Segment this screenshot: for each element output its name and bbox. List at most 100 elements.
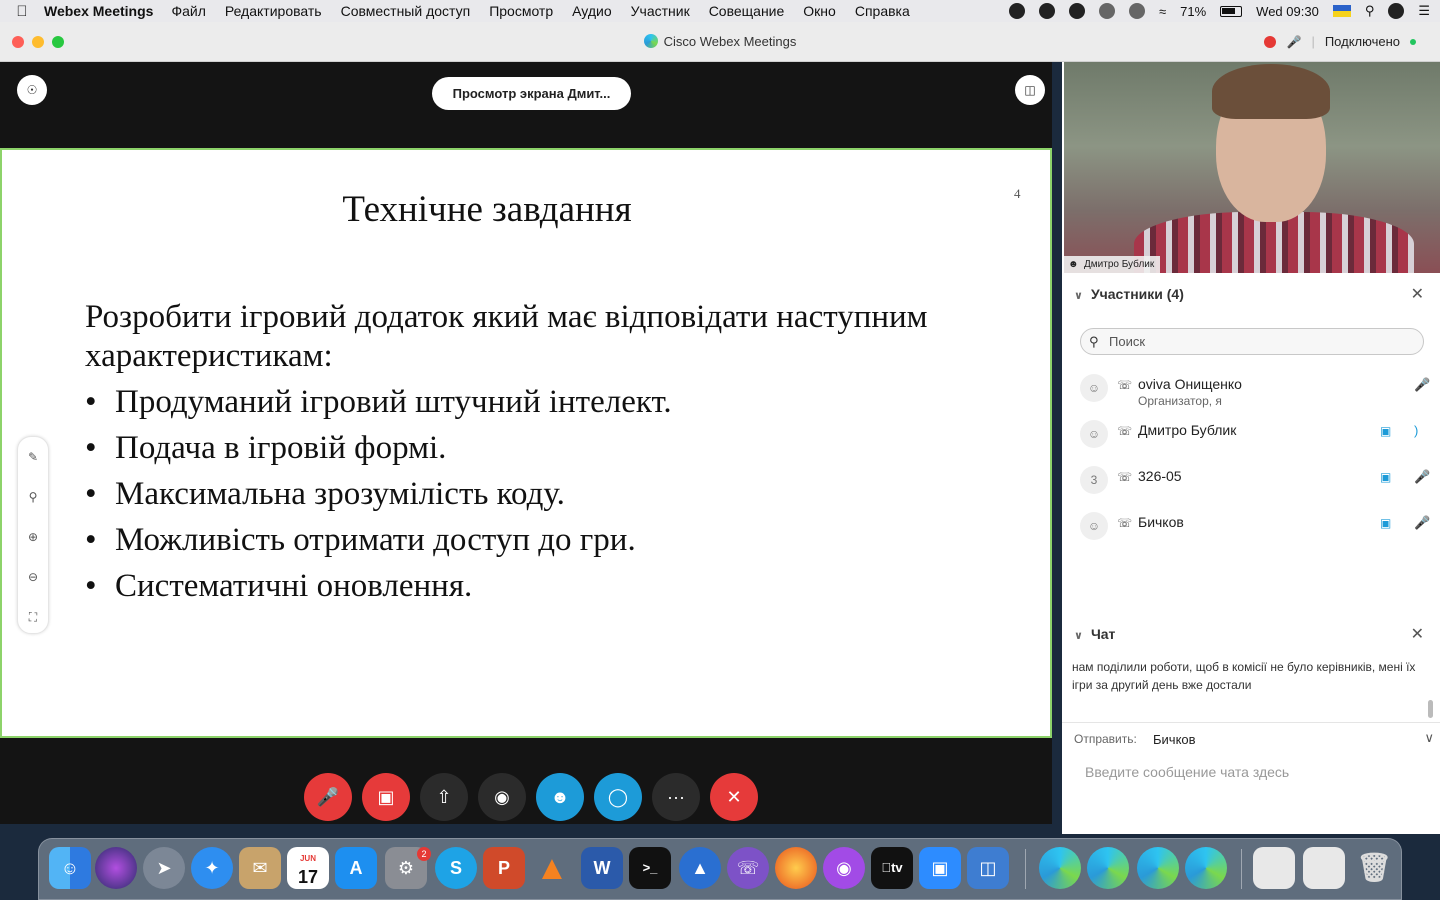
menu-meeting[interactable]: Совещание <box>709 3 785 19</box>
participant-video[interactable] <box>1064 62 1440 273</box>
mail-icon[interactable]: ✉ <box>239 847 281 889</box>
siri-icon[interactable] <box>95 847 137 889</box>
chevron-down-icon[interactable]: ∨ <box>1074 630 1083 642</box>
zoom-icon[interactable]: ▣ <box>919 847 961 889</box>
bluetooth-icon[interactable] <box>1129 3 1145 19</box>
viber-tray-icon[interactable] <box>1009 3 1025 19</box>
remote-control-icon[interactable]: ⚲ <box>18 477 48 517</box>
menu-view[interactable]: Просмотр <box>489 3 553 19</box>
menu-audio[interactable]: Аудио <box>572 3 612 19</box>
participants-button[interactable]: ☻ <box>536 773 584 821</box>
video-on-icon[interactable]: ▣ <box>1380 470 1391 484</box>
webex-teams-icon[interactable] <box>1137 847 1179 889</box>
close-chat-button[interactable]: ✕ <box>1411 624 1424 644</box>
more-options-button[interactable]: ··· <box>652 773 700 821</box>
zoom-out-icon[interactable]: ⊖ <box>18 557 48 597</box>
shazam-icon[interactable] <box>1069 3 1085 19</box>
participant-row[interactable]: ☺ ☏ Дмитро Бублик ▣ ) <box>1062 410 1440 456</box>
powerpoint-icon[interactable]: P <box>483 847 525 889</box>
launchpad-icon[interactable]: ➤ <box>143 847 185 889</box>
clock[interactable]: Wed 09:30 <box>1256 4 1319 19</box>
trash-icon[interactable]: 🗑 <box>1353 847 1395 889</box>
chat-header[interactable]: ∨ Чат <box>1074 626 1115 642</box>
finder-icon[interactable]: ☺ <box>49 847 91 889</box>
chat-scrollbar[interactable] <box>1428 700 1433 718</box>
viber-icon[interactable]: ☏ <box>727 847 769 889</box>
skype-icon[interactable]: S <box>435 847 477 889</box>
stop-video-button[interactable]: ▣ <box>362 773 410 821</box>
participant-name: Бичков <box>1138 514 1184 530</box>
chat-input[interactable]: Введите сообщение чата здесь <box>1085 764 1289 780</box>
record-button[interactable]: ◉ <box>478 773 526 821</box>
speaking-icon[interactable]: ) <box>1414 423 1418 438</box>
leave-meeting-button[interactable]: ✕ <box>710 773 758 821</box>
close-participants-button[interactable]: ✕ <box>1411 284 1424 304</box>
dock: ☺ ➤ ✦ ✉ JUN 17 A ⚙ 2 S P ▲ W >_ ▲ ☏ ◉ t… <box>38 838 1402 900</box>
vlc-icon[interactable]: ▲ <box>531 847 573 889</box>
mic-muted-icon[interactable]: 🎤 <box>1414 469 1430 485</box>
downloads-stack-icon[interactable] <box>1303 847 1345 889</box>
share-button[interactable]: ⇧ <box>420 773 468 821</box>
document-stack-icon[interactable] <box>1253 847 1295 889</box>
slide-body: Розробити ігровий додаток який має відпо… <box>85 298 1015 613</box>
slide-title: Технічне завдання <box>342 189 632 230</box>
mute-button[interactable]: 🎤 <box>304 773 352 821</box>
webex-icon[interactable] <box>1039 847 1081 889</box>
view-share-button[interactable]: Просмотр экрана Дмит... <box>432 77 631 110</box>
layout-toggle-button[interactable]: ◫ <box>1015 75 1045 105</box>
webex-meetings-icon[interactable] <box>1087 847 1129 889</box>
info-button[interactable]: ☉ <box>17 75 47 105</box>
menu-participant[interactable]: Участник <box>631 3 690 19</box>
participant-row[interactable]: 3 ☏ 326-05 ▣ 🎤 <box>1062 456 1440 502</box>
fit-screen-icon[interactable]: ⛶ <box>18 597 48 637</box>
annotate-pen-icon[interactable]: ✎ <box>18 437 48 477</box>
video-on-icon[interactable]: ▣ <box>1380 516 1391 530</box>
menu-help[interactable]: Справка <box>855 3 910 19</box>
participant-row[interactable]: ☺ ☏ oviva Онищенко Организатор, я 🎤 <box>1062 364 1440 410</box>
mic-muted-icon[interactable]: 🎤 <box>1414 515 1430 531</box>
participants-header[interactable]: ∨ Участники (4) <box>1074 286 1184 302</box>
firefox-icon[interactable] <box>775 847 817 889</box>
calendar-icon[interactable]: JUN 17 <box>287 847 329 889</box>
preview-icon[interactable]: ◫ <box>967 847 1009 889</box>
podcasts-icon[interactable]: ◉ <box>823 847 865 889</box>
apple-icon[interactable]:  <box>0 3 44 20</box>
connection-dot-icon <box>1410 38 1416 45</box>
webex-share-icon[interactable] <box>1185 847 1227 889</box>
screen-record-icon[interactable] <box>1099 3 1115 19</box>
meeting-controls: 🎤 ▣ ⇧ ◉ ☻ ◯ ··· ✕ <box>0 738 1052 824</box>
app-store-icon[interactable]: A <box>335 847 377 889</box>
cloud-icon[interactable] <box>1039 3 1055 19</box>
chevron-down-icon[interactable]: ∨ <box>1074 290 1083 302</box>
menu-bar:  Webex Meetings Файл Редактировать Совм… <box>0 0 1440 22</box>
menu-share[interactable]: Совместный доступ <box>341 3 471 19</box>
ellipsis-icon: ··· <box>667 787 685 807</box>
spotlight-search-icon[interactable]: ⚲ <box>1365 3 1375 19</box>
participant-group-icon: ☻ <box>1068 259 1079 270</box>
menu-file[interactable]: Файл <box>171 3 205 19</box>
word-icon[interactable]: W <box>581 847 623 889</box>
mic-muted-icon[interactable]: 🎤 <box>1414 377 1430 393</box>
zoom-in-icon[interactable]: ⊕ <box>18 517 48 557</box>
safari-icon[interactable]: ✦ <box>191 847 233 889</box>
menu-edit[interactable]: Редактировать <box>225 3 322 19</box>
participant-search-input[interactable]: ⚲ Поиск <box>1080 328 1424 355</box>
participant-row[interactable]: ☺ ☏ Бичков ▣ 🎤 <box>1062 502 1440 548</box>
video-off-icon: ▣ <box>377 787 395 807</box>
video-on-icon[interactable]: ▣ <box>1380 424 1391 438</box>
menu-window[interactable]: Окно <box>803 3 836 19</box>
control-center-icon[interactable]: ☰ <box>1418 3 1430 19</box>
chevron-down-icon[interactable]: ∨ <box>1424 730 1434 746</box>
send-to-select[interactable]: Бичков <box>1153 732 1196 747</box>
vpn-icon[interactable]: ▲ <box>679 847 721 889</box>
settings-badge: 2 <box>417 847 431 861</box>
battery-icon[interactable] <box>1220 5 1243 17</box>
ukraine-flag-icon[interactable] <box>1332 5 1351 17</box>
menu-app-name[interactable]: Webex Meetings <box>44 3 153 19</box>
chat-button[interactable]: ◯ <box>594 773 642 821</box>
wifi-icon[interactable]: ≈ <box>1159 4 1166 19</box>
side-panel: ☻ Дмитро Бублик ∨ Участники (4) ✕ ⚲ Поиск … <box>1062 62 1440 834</box>
apple-tv-icon[interactable]: tv <box>871 847 913 889</box>
siri-icon[interactable] <box>1388 3 1405 19</box>
terminal-icon[interactable]: >_ <box>629 847 671 889</box>
